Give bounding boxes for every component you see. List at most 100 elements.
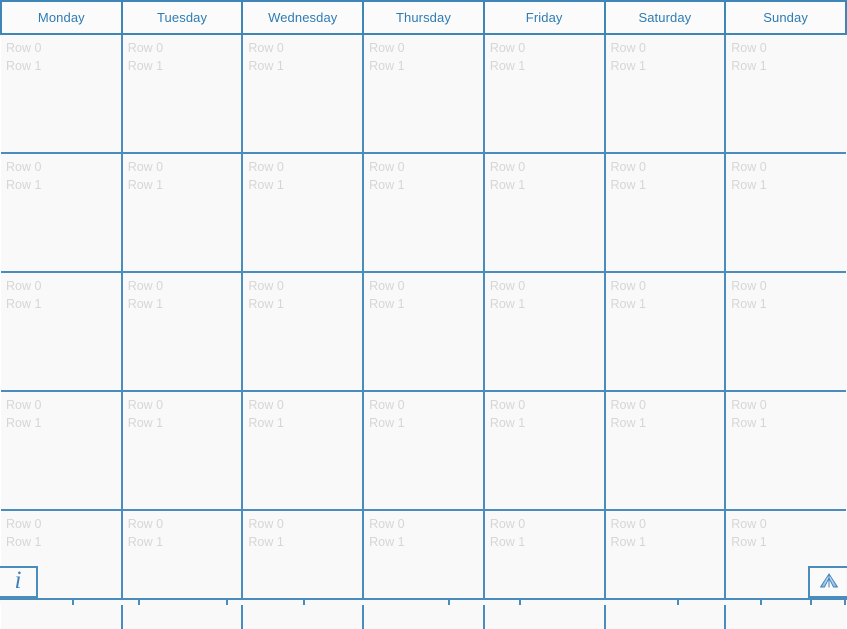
calendar-day-cell[interactable]: Row 0 Row 1 [362, 271, 484, 391]
cell-row-label: Row 0 [731, 41, 767, 55]
strip-column-divider [810, 600, 812, 605]
weekday-header-saturday[interactable]: Saturday [603, 0, 727, 35]
cell-row-label: Row 0 [127, 398, 164, 412]
calendar-day-cell[interactable]: Row 0 Row 1 [482, 390, 605, 510]
cell-row-label: Row 0 [369, 160, 405, 174]
calendar-day-cell[interactable]: Row 0 Row 1 [362, 152, 484, 272]
calendar-day-cell[interactable]: Row 0 Row 1 [120, 152, 243, 272]
calendar-day-cell[interactable]: Row 0 Row 1 [241, 152, 364, 272]
cell-row-label: Row 0 [248, 41, 284, 55]
cell-row-label: Row 1 [248, 416, 284, 430]
cell-row-label: Row 1 [489, 59, 526, 73]
open-book-icon [818, 570, 840, 595]
cell-row-label: Row 0 [6, 41, 42, 55]
cell-row-label: Row 0 [127, 517, 164, 531]
cell-row-label: Row 1 [369, 178, 405, 192]
cell-row-label: Row 0 [610, 279, 646, 293]
calendar-day-cell[interactable]: Row 0 Row 1 [724, 33, 846, 153]
calendar-day-cell[interactable]: Row 0 Row 1 [241, 390, 364, 510]
calendar-day-cell[interactable]: Row 0 Row 1 [362, 509, 484, 629]
cell-row-label: Row 1 [127, 59, 164, 73]
cell-row-label: Row 1 [127, 178, 164, 192]
calendar-day-cell[interactable]: Row 0 Row 1 [1, 390, 122, 510]
calendar-day-cell[interactable]: Row 0 Row 1 [362, 390, 484, 510]
cell-row-label: Row 1 [731, 416, 767, 430]
calendar-day-cell[interactable]: Row 0 Row 1 [1, 271, 122, 391]
calendar-page: Monday Tuesday Wednesday Thursday Friday… [0, 0, 847, 629]
cell-row-label: Row 1 [127, 416, 164, 430]
calendar-day-cell[interactable]: Row 0 Row 1 [724, 152, 846, 272]
calendar-day-cell[interactable]: Row 0 Row 1 [482, 271, 605, 391]
strip-column-divider [760, 600, 762, 605]
cell-row-label: Row 0 [369, 279, 405, 293]
cell-row-label: Row 0 [127, 279, 164, 293]
calendar-week-row: Row 0 Row 1 Row 0 Row 1 Row 0 Row 1 Row 0 Row 1… [1, 152, 846, 272]
cell-row-label: Row 0 [6, 517, 42, 531]
calendar-day-cell[interactable]: Row 0 Row 1 [724, 390, 846, 510]
strip-column-divider [677, 600, 679, 605]
calendar-day-cell[interactable]: Row 0 Row 1 [482, 152, 605, 272]
calendar-day-cell[interactable]: Row 0 Row 1 [362, 33, 484, 153]
cell-row-label: Row 0 [489, 517, 526, 531]
weekday-header-friday[interactable]: Friday [482, 0, 606, 35]
calendar-week-row: Row 0 Row 1 Row 0 Row 1 Row 0 Row 1 Row 0 Row 1… [1, 33, 846, 153]
cell-row-label: Row 1 [731, 59, 767, 73]
cell-row-label: Row 1 [610, 416, 646, 430]
weekday-header-thursday[interactable]: Thursday [362, 0, 485, 35]
cell-row-label: Row 1 [248, 178, 284, 192]
calendar-day-cell[interactable]: Row 0 Row 1 [241, 509, 364, 629]
cell-row-label: Row 0 [6, 160, 42, 174]
cell-row-label: Row 0 [127, 41, 164, 55]
calendar-day-cell[interactable]: Row 0 Row 1 [482, 509, 605, 629]
info-icon: i [14, 566, 22, 594]
calendar-day-cell[interactable]: Row 0 Row 1 [603, 271, 726, 391]
cell-row-label: Row 1 [369, 416, 405, 430]
cell-row-label: Row 0 [248, 398, 284, 412]
cell-row-label: Row 0 [6, 279, 42, 293]
info-button[interactable]: i [0, 566, 38, 598]
strip-column-divider [844, 600, 846, 605]
open-book-button[interactable] [808, 566, 847, 598]
calendar-body: Row 0 Row 1 Row 0 Row 1 Row 0 Row 1 Row 0 Row 1… [1, 33, 846, 629]
calendar-day-cell[interactable]: Row 0 Row 1 [603, 509, 726, 629]
cell-row-label: Row 1 [489, 297, 526, 311]
weekly-calendar-grid: Monday Tuesday Wednesday Thursday Friday… [0, 0, 847, 629]
calendar-day-cell[interactable]: Row 0 Row 1 [241, 271, 364, 391]
cell-row-label: Row 0 [731, 398, 767, 412]
weekday-header-sunday[interactable]: Sunday [724, 0, 847, 35]
cell-row-label: Row 0 [610, 41, 646, 55]
calendar-day-cell[interactable]: Row 0 Row 1 [482, 33, 605, 153]
calendar-week-row: Row 0 Row 1 Row 0 Row 1 Row 0 Row 1 Row 0 Row 1… [1, 509, 846, 629]
calendar-day-cell[interactable]: Row 0 Row 1 [1, 152, 122, 272]
cell-row-label: Row 1 [731, 297, 767, 311]
calendar-day-cell[interactable]: Row 0 Row 1 [241, 33, 364, 153]
cell-row-label: Row 1 [369, 59, 405, 73]
calendar-day-cell[interactable]: Row 0 Row 1 [603, 33, 726, 153]
cell-row-label: Row 1 [248, 535, 284, 549]
cell-row-label: Row 1 [248, 59, 284, 73]
weekday-header-wednesday[interactable]: Wednesday [241, 0, 365, 35]
calendar-week-row: Row 0 Row 1 Row 0 Row 1 Row 0 Row 1 Row 0 Row 1… [1, 390, 846, 510]
calendar-day-cell[interactable]: Row 0 Row 1 [1, 33, 122, 153]
calendar-day-cell[interactable]: Row 0 Row 1 [120, 271, 243, 391]
calendar-day-cell[interactable]: Row 0 Row 1 [724, 271, 846, 391]
cell-row-label: Row 0 [248, 160, 284, 174]
cell-row-label: Row 1 [127, 297, 164, 311]
calendar-day-cell[interactable]: Row 0 Row 1 [603, 390, 726, 510]
calendar-day-cell[interactable]: Row 0 Row 1 [603, 152, 726, 272]
cell-row-label: Row 1 [610, 178, 646, 192]
calendar-day-cell[interactable]: Row 0 Row 1 [120, 390, 243, 510]
calendar-week-row: Row 0 Row 1 Row 0 Row 1 Row 0 Row 1 Row 0 Row 1… [1, 271, 846, 391]
weekday-header-monday[interactable]: Monday [0, 0, 123, 35]
cell-row-label: Row 0 [248, 279, 284, 293]
weekday-header-tuesday[interactable]: Tuesday [120, 0, 244, 35]
cell-row-label: Row 0 [731, 160, 767, 174]
cell-row-label: Row 1 [369, 535, 405, 549]
cell-row-label: Row 0 [369, 398, 405, 412]
calendar-day-cell[interactable]: Row 0 Row 1 [120, 509, 243, 629]
cell-row-label: Row 0 [369, 517, 405, 531]
weekday-header-row: Monday Tuesday Wednesday Thursday Friday… [0, 0, 847, 35]
calendar-day-cell[interactable]: Row 0 Row 1 [120, 33, 243, 153]
strip-column-divider [519, 600, 521, 605]
cell-row-label: Row 1 [610, 297, 646, 311]
